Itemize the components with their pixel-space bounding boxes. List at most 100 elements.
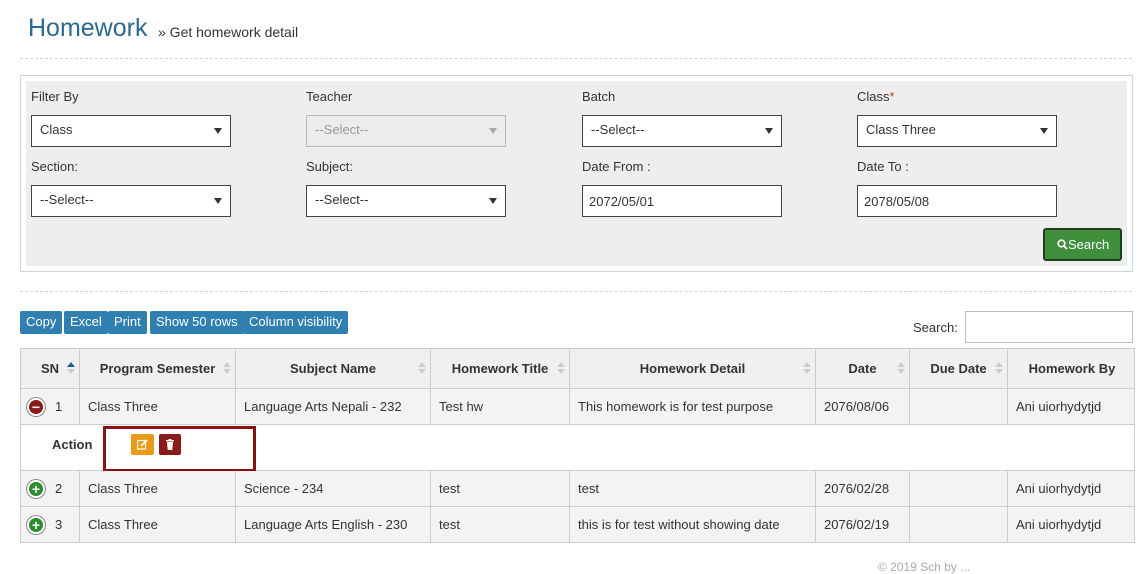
program-semester-cell: Class Three: [79, 471, 235, 506]
edit-icon: [137, 439, 148, 450]
filter-by-select[interactable]: Class: [31, 115, 231, 147]
header-label: Homework Detail: [639, 361, 746, 376]
section-select[interactable]: --Select--: [31, 185, 231, 217]
column-header-sn[interactable]: SN: [21, 349, 79, 388]
subject-label: Subject:: [306, 159, 353, 174]
homework-detail-cell: test: [569, 471, 815, 506]
sort-icon: [897, 362, 905, 374]
expand-row-icon[interactable]: +: [27, 515, 45, 534]
chevron-down-icon: [214, 198, 222, 204]
teacher-value: --Select--: [315, 122, 369, 137]
column-header-homework-detail[interactable]: Homework Detail: [569, 349, 815, 388]
trash-icon: [166, 439, 174, 450]
date-cell: 2076/02/28: [815, 471, 909, 506]
copy-button[interactable]: Copy: [20, 311, 63, 334]
sort-icon: [223, 362, 231, 374]
date-cell: 2076/02/19: [815, 507, 909, 542]
collapse-row-icon[interactable]: −: [27, 397, 45, 416]
chevron-down-icon: [489, 198, 497, 204]
header-label: SN: [40, 361, 60, 376]
sn-cell: +2: [21, 471, 79, 506]
header-label: Program Semester: [99, 361, 216, 376]
chevron-down-icon: [489, 128, 497, 134]
batch-select[interactable]: --Select--: [582, 115, 782, 147]
batch-label: Batch: [582, 89, 616, 104]
sort-icon: [557, 362, 565, 374]
section-label: Section:: [31, 159, 78, 174]
footer-text: © 2019 Sch by ...: [878, 560, 971, 574]
homework-title-cell: test: [430, 507, 569, 542]
subject-name-cell: Language Arts Nepali - 232: [235, 389, 430, 424]
homework-by-cell: Ani uiorhydytjd: [1007, 471, 1136, 506]
search-button[interactable]: Search: [1043, 228, 1122, 261]
header-label: Date: [848, 361, 877, 376]
delete-button[interactable]: [159, 434, 181, 455]
edit-button[interactable]: [131, 434, 154, 455]
page-title: Homework: [28, 14, 148, 42]
column-header-subject-name[interactable]: Subject Name: [235, 349, 430, 388]
filter-by-label: Filter By: [31, 89, 79, 104]
column-header-due-date[interactable]: Due Date: [909, 349, 1007, 388]
sn-value: 1: [55, 399, 63, 414]
homework-table: SN Program Semester Subject Name Homewor…: [20, 348, 1135, 543]
section-value: --Select--: [40, 192, 94, 207]
subject-select[interactable]: --Select--: [306, 185, 506, 217]
print-button[interactable]: Print: [108, 311, 147, 334]
homework-title-cell: Test hw: [430, 389, 569, 424]
sn-cell: +3: [21, 507, 79, 542]
sn-value: 2: [55, 481, 63, 496]
table-row: −1 Class Three Language Arts Nepali - 23…: [21, 389, 1134, 425]
table-search-input[interactable]: [965, 311, 1133, 343]
date-to-input[interactable]: 2078/05/08: [857, 185, 1057, 217]
subject-name-cell: Science - 234: [235, 471, 430, 506]
homework-detail-cell: This homework is for test purpose: [569, 389, 815, 424]
class-label-text: Class: [857, 89, 890, 104]
chevron-down-icon: [1040, 128, 1048, 134]
search-icon: [1057, 239, 1068, 250]
chevron-down-icon: [765, 128, 773, 134]
filter-panel: [20, 75, 1133, 272]
search-button-label: Search: [1068, 237, 1110, 252]
program-semester-cell: Class Three: [79, 507, 235, 542]
sn-cell: −1: [21, 389, 79, 424]
header-label: Homework By: [1028, 361, 1116, 376]
homework-by-cell: Ani uiorhydytjd: [1007, 389, 1136, 424]
class-select[interactable]: Class Three: [857, 115, 1057, 147]
filter-by-value: Class: [40, 122, 73, 137]
column-header-homework-by[interactable]: Homework By: [1007, 349, 1136, 388]
teacher-select: --Select--: [306, 115, 506, 147]
table-header-row: SN Program Semester Subject Name Homewor…: [21, 349, 1134, 389]
child-action-row: Action: [21, 425, 1134, 472]
sn-value: 3: [55, 517, 63, 532]
table-search-label: Search:: [913, 320, 958, 335]
chevron-down-icon: [214, 128, 222, 134]
column-visibility-button[interactable]: Column visibility: [243, 311, 349, 334]
subject-name-cell: Language Arts English - 230: [235, 507, 430, 542]
batch-value: --Select--: [591, 122, 645, 137]
due-date-cell: [909, 389, 1007, 424]
filter-panel-body: [26, 81, 1127, 266]
table-row: +3 Class Three Language Arts English - 2…: [21, 507, 1134, 543]
header-label: Homework Title: [451, 361, 549, 376]
sort-icon: [995, 362, 1003, 374]
header-label: Subject Name: [290, 361, 376, 376]
sort-icon: [418, 362, 426, 374]
expand-row-icon[interactable]: +: [27, 479, 45, 498]
breadcrumb: » Get homework detail: [158, 24, 299, 40]
date-from-input[interactable]: 2072/05/01: [582, 185, 782, 217]
due-date-cell: [909, 507, 1007, 542]
action-label: Action: [52, 437, 93, 452]
sort-icon: [67, 362, 75, 374]
date-to-label: Date To :: [857, 159, 909, 174]
column-header-date[interactable]: Date: [815, 349, 909, 388]
show-rows-button[interactable]: Show 50 rows: [150, 311, 244, 334]
excel-button[interactable]: Excel: [64, 311, 108, 334]
homework-detail-cell: this is for test without showing date: [569, 507, 815, 542]
table-row: +2 Class Three Science - 234 test test 2…: [21, 471, 1134, 507]
column-header-homework-title[interactable]: Homework Title: [430, 349, 569, 388]
homework-title-cell: test: [430, 471, 569, 506]
column-header-program-semester[interactable]: Program Semester: [79, 349, 235, 388]
program-semester-cell: Class Three: [79, 389, 235, 424]
class-value: Class Three: [866, 122, 936, 137]
class-label: Class*: [857, 89, 895, 104]
